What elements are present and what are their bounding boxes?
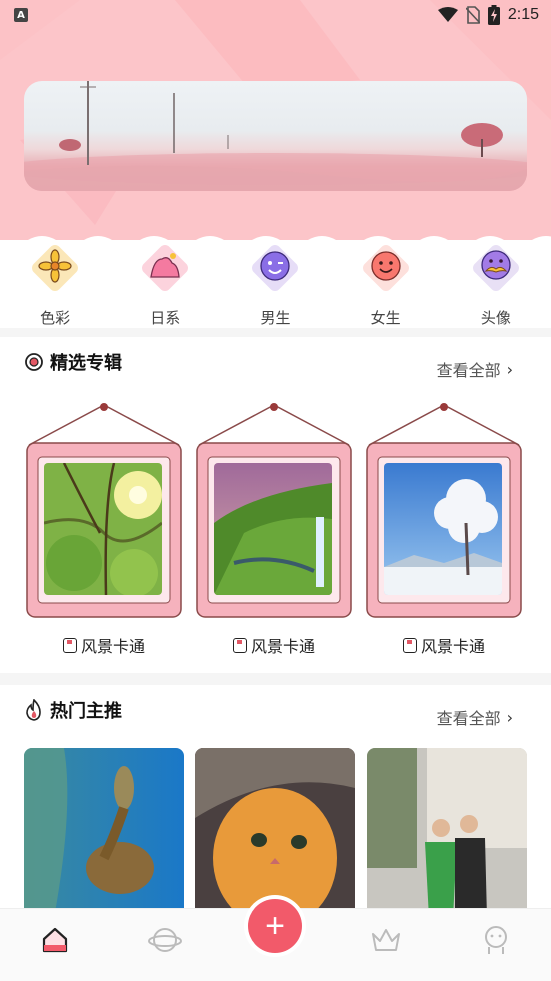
flame-icon: [26, 699, 41, 721]
wifi-icon: [437, 7, 458, 22]
category-label: 日系: [150, 309, 181, 327]
featured-section: 精选专辑 查看全部 › 风景卡通 风景卡通 风景卡通: [0, 337, 551, 673]
hot-header: 热门主推: [24, 697, 122, 723]
plus-icon: +: [265, 907, 285, 945]
profile-icon: [484, 926, 507, 954]
hot-card[interactable]: [195, 748, 355, 918]
album-card[interactable]: 风景卡通: [24, 401, 184, 656]
nav-home[interactable]: [0, 909, 110, 971]
category-label: 色彩: [40, 309, 71, 327]
album-photo: [44, 463, 162, 595]
nav-profile[interactable]: [441, 909, 551, 971]
album-card[interactable]: 风景卡通: [194, 401, 354, 656]
bookmark-icon: [402, 637, 417, 653]
hot-card-photo: [24, 748, 184, 918]
category-avatar[interactable]: 头像: [441, 240, 551, 328]
add-button[interactable]: +: [248, 899, 302, 953]
album-caption: 风景卡通: [194, 633, 354, 657]
section-title: 热门主推: [50, 701, 122, 722]
chevron-right-icon: ›: [506, 707, 513, 727]
album-caption: 风景卡通: [24, 633, 184, 657]
category-label: 男生: [260, 309, 291, 327]
category-girls[interactable]: 女生: [331, 240, 441, 328]
nav-vip[interactable]: [331, 909, 441, 971]
chevron-right-icon: ›: [506, 359, 513, 379]
mountain-icon: [150, 253, 180, 278]
target-icon: [25, 353, 43, 371]
hot-card-photo: [367, 748, 527, 918]
category-label: 头像: [480, 309, 511, 327]
nav-discover[interactable]: [110, 909, 220, 971]
see-all-link[interactable]: 查看全部 ›: [437, 705, 513, 729]
section-title: 精选专辑: [50, 353, 122, 374]
banner-image[interactable]: [24, 81, 527, 191]
battery-charging-icon: [487, 5, 500, 25]
category-color[interactable]: 色彩: [0, 240, 110, 328]
hot-card[interactable]: [367, 748, 527, 918]
mustache-face-icon: [481, 250, 511, 280]
crown-icon: [371, 929, 400, 951]
bookmark-icon: [232, 637, 247, 653]
album-caption: 风景卡通: [364, 633, 524, 657]
featured-header: 精选专辑: [24, 349, 122, 375]
album-photo: [214, 463, 332, 595]
smiley-wink-icon: [260, 251, 291, 281]
clock: 2:15: [507, 6, 539, 23]
category-label: 女生: [370, 309, 401, 327]
status-bar: A 2:15: [0, 0, 551, 30]
category-row: 色彩 日系 男生 女生 头像: [0, 240, 551, 328]
bookmark-icon: [62, 637, 77, 653]
smiley-girl-icon: [371, 251, 401, 281]
see-all-link[interactable]: 查看全部 ›: [437, 357, 513, 381]
album-photo: [384, 463, 502, 595]
flower-icon: [38, 249, 72, 283]
planet-icon: [148, 928, 183, 952]
notification-icon: A: [14, 8, 28, 22]
album-card[interactable]: 风景卡通: [364, 401, 524, 656]
hot-card[interactable]: [24, 748, 184, 918]
hot-section: 热门主推 查看全部 ›: [0, 685, 551, 925]
home-icon: [42, 927, 68, 953]
category-japanese[interactable]: 日系: [110, 240, 220, 328]
category-boys[interactable]: 男生: [220, 240, 330, 328]
no-sim-icon: [465, 6, 480, 24]
hot-card-photo: [195, 748, 355, 918]
